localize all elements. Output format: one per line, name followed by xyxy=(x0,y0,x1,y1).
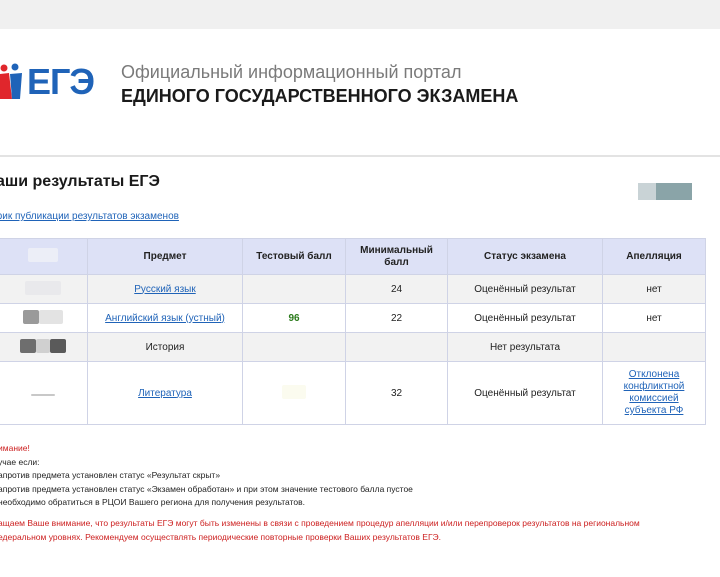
min-score-cell: 22 xyxy=(345,303,448,333)
note-line: апротив предмета установлен статус «Экза… xyxy=(0,483,413,494)
attention-label: имание! xyxy=(0,443,30,453)
table-row: История Нет результата xyxy=(0,332,706,362)
page-title: аши результаты ЕГЭ xyxy=(0,173,160,190)
appeal-cell: нет xyxy=(602,303,706,333)
subject-link[interactable]: Английский язык (устный) xyxy=(105,313,225,324)
ege-logo[interactable]: ЕГЭ xyxy=(0,59,96,105)
portal-title: ЕДИНОГО ГОСУДАРСТВЕННОГО ЭКЗАМЕНА xyxy=(121,86,519,106)
subject-cell[interactable]: Английский язык (устный) xyxy=(87,303,243,333)
header-status: Статус экзамена xyxy=(447,238,603,275)
table-row: Русский язык 24 Оценённый результат нет xyxy=(0,274,706,304)
subject-cell: История xyxy=(87,332,243,362)
subject-cell[interactable]: Русский язык xyxy=(87,274,243,304)
portal-subtitle: Официальный информационный портал xyxy=(121,62,462,82)
min-score-cell: 32 xyxy=(345,361,448,425)
header-appeal: Апелляция xyxy=(602,238,706,275)
header-subject: Предмет xyxy=(87,238,243,275)
score-cell xyxy=(242,332,346,362)
warning-line: ащаем Ваше внимание, что результаты ЕГЭ … xyxy=(0,518,640,528)
header-min-score: Минимальный балл xyxy=(345,238,448,275)
note-line: учае если: xyxy=(0,456,40,467)
appeal-cell[interactable]: Отклонена конфликтной комиссией субъекта… xyxy=(602,361,706,425)
status-cell: Нет результата xyxy=(447,332,603,362)
header-divider xyxy=(0,155,720,157)
subject-cell[interactable]: Литература xyxy=(87,361,243,425)
table-row: Литература 32 Оценённый результат Отклон… xyxy=(0,361,706,425)
status-cell: Оценённый результат xyxy=(447,361,603,425)
row-date xyxy=(0,361,88,425)
blurred-user-info xyxy=(638,183,692,200)
header-score: Тестовый балл xyxy=(242,238,346,275)
test-score: 96 xyxy=(288,312,300,324)
status-cell: Оценённый результат xyxy=(447,303,603,333)
notes-block: имание! учае если: апротив предмета уста… xyxy=(0,442,413,510)
min-score-cell: 24 xyxy=(345,274,448,304)
bottom-warning: ащаем Ваше внимание, что результаты ЕГЭ … xyxy=(0,517,640,544)
logo-text: ЕГЭ xyxy=(27,61,95,102)
warning-line: едеральном уровнях. Рекомендуем осуществ… xyxy=(0,531,442,542)
header-blank xyxy=(0,238,88,275)
browser-top-bar xyxy=(0,0,720,29)
appeal-cell xyxy=(602,332,706,362)
row-date xyxy=(0,274,88,304)
results-table: Предмет Тестовый балл Минимальный балл С… xyxy=(0,238,706,425)
score-cell xyxy=(242,361,346,425)
score-cell xyxy=(242,274,346,304)
status-cell: Оценённый результат xyxy=(447,274,603,304)
people-icon xyxy=(0,63,22,99)
note-line: апротив предмета установлен статус «Резу… xyxy=(0,470,221,480)
appeal-link[interactable]: Отклонена конфликтной комиссией субъекта… xyxy=(622,369,686,417)
score-cell: 96 xyxy=(242,303,346,333)
table-row: Английский язык (устный) 96 22 Оценённый… xyxy=(0,303,706,333)
row-date xyxy=(0,332,88,362)
row-date xyxy=(0,303,88,333)
table-header-row: Предмет Тестовый балл Минимальный балл С… xyxy=(0,238,706,275)
subject-link[interactable]: Литература xyxy=(138,388,192,399)
appeal-cell: нет xyxy=(602,274,706,304)
note-line: необходимо обратиться в РЦОИ Вашего реги… xyxy=(0,497,305,507)
schedule-link[interactable]: фик публикации результатов экзаменов xyxy=(0,211,179,222)
subject-link[interactable]: Русский язык xyxy=(134,284,195,295)
min-score-cell xyxy=(345,332,448,362)
